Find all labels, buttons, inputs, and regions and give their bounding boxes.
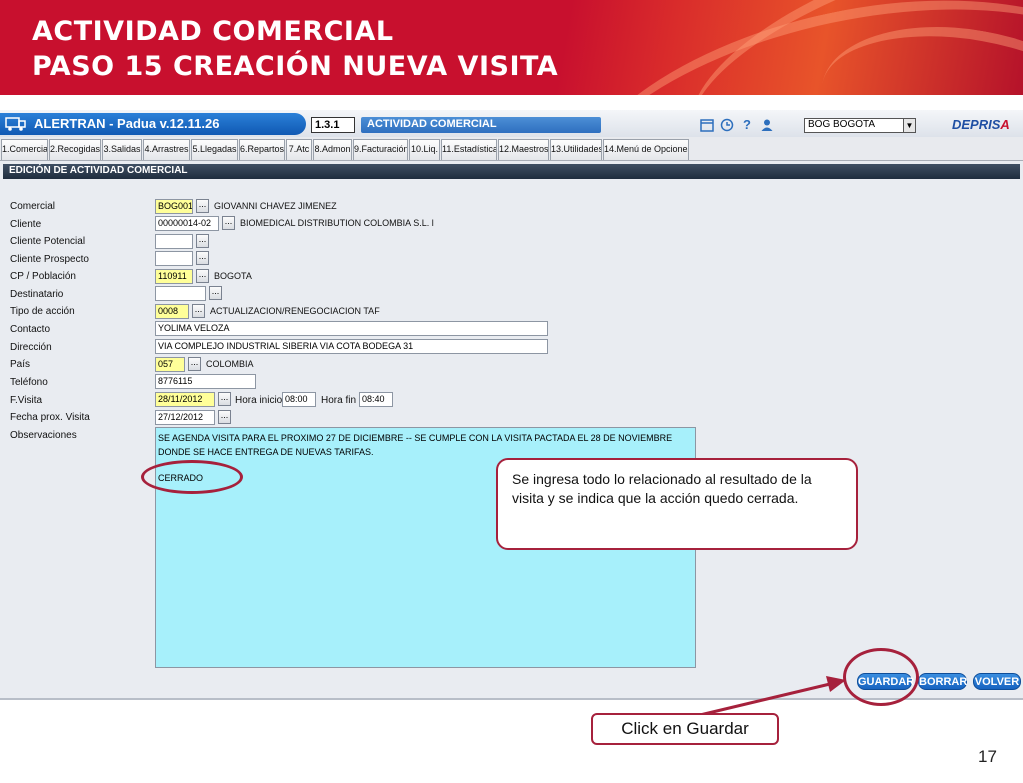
arrow-icon [699,676,846,717]
click-guardar-label: Click en Guardar [591,713,779,745]
slide: ACTIVIDAD COMERCIAL PASO 15 CREACIÓN NUE… [0,0,1023,783]
page-number: 17 [978,747,997,766]
callout-box: Se ingresa todo lo relacionado al result… [496,458,858,550]
